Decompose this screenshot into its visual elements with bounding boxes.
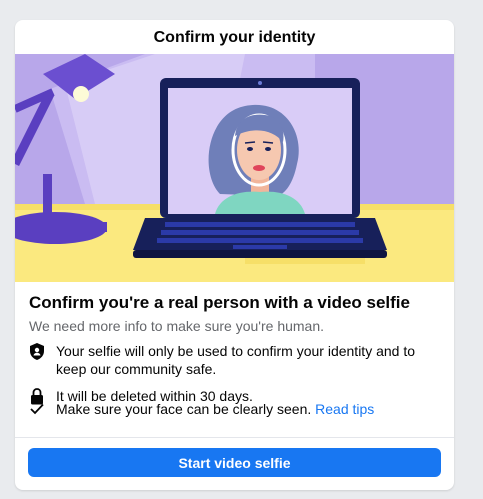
identity-dialog: Confirm your identity Confirm you're a r… — [15, 20, 454, 490]
info-item-privacy: Your selfie will only be used to confirm… — [29, 342, 439, 378]
dialog-title: Confirm your identity — [153, 29, 316, 46]
footer-divider — [15, 437, 454, 438]
info-item-face-visible: Make sure your face can be clearly seen.… — [29, 400, 439, 418]
info-item-text: Your selfie will only be used to confirm… — [56, 343, 416, 377]
checkmark-icon — [29, 400, 45, 418]
start-video-selfie-button[interactable]: Start video selfie — [28, 448, 441, 477]
read-tips-link[interactable]: Read tips — [315, 401, 374, 417]
video-selfie-illustration — [15, 54, 454, 282]
dialog-content: Confirm you're a real person with a vide… — [15, 282, 454, 336]
shield-person-icon — [29, 342, 45, 360]
section-subtitle: We need more info to make sure you're hu… — [29, 318, 325, 334]
info-item-text: Make sure your face can be clearly seen.… — [56, 400, 374, 418]
section-heading: Confirm you're a real person with a vide… — [29, 293, 410, 312]
face-visible-text: Make sure your face can be clearly seen. — [56, 401, 316, 417]
